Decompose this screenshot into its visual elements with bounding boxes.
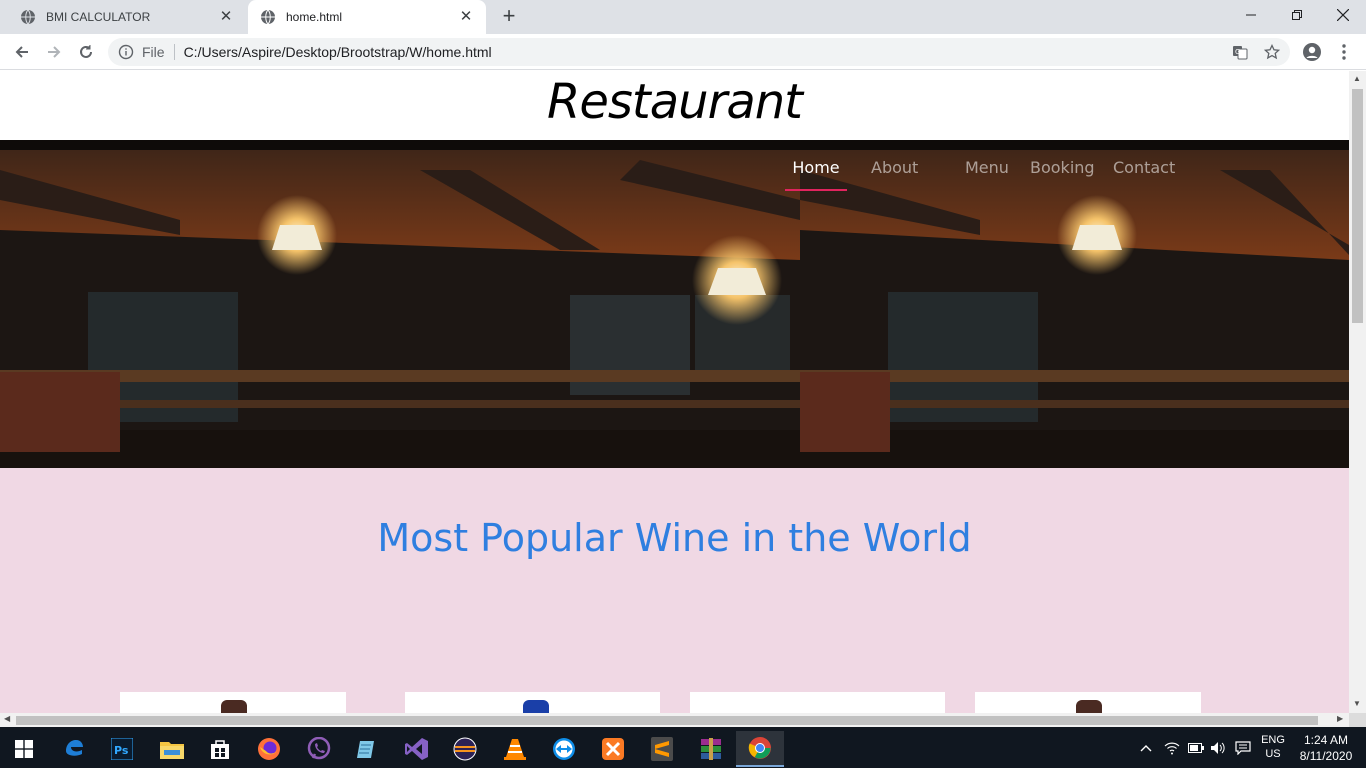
photoshop-icon[interactable]: Ps: [98, 731, 146, 767]
eclipse-icon[interactable]: [441, 731, 489, 767]
back-button[interactable]: [10, 40, 34, 64]
site-title: Restaurant: [547, 74, 803, 130]
teamviewer-icon[interactable]: [540, 731, 588, 767]
scroll-down-arrow-icon[interactable]: ▼: [1353, 699, 1361, 708]
scroll-thumb[interactable]: [1352, 89, 1363, 323]
profile-icon[interactable]: [1302, 42, 1322, 62]
input-language[interactable]: ENG US: [1256, 733, 1290, 761]
forward-button[interactable]: [42, 40, 66, 64]
tab-home-html[interactable]: home.html ✕: [248, 0, 486, 34]
firefox-icon[interactable]: [245, 731, 293, 767]
scroll-thumb[interactable]: [16, 716, 1318, 725]
url-text[interactable]: C:/Users/Aspire/Desktop/Brootstrap/W/hom…: [184, 44, 492, 60]
reload-button[interactable]: [74, 40, 98, 64]
address-bar[interactable]: File C:/Users/Aspire/Desktop/Brootstrap/…: [108, 38, 1290, 66]
chevron-up-icon[interactable]: [1140, 727, 1152, 768]
scroll-right-arrow-icon[interactable]: ▶: [1337, 714, 1343, 723]
scrollbar-corner: [1349, 713, 1366, 727]
language-line1: ENG: [1261, 734, 1285, 746]
tab-title: BMI CALCULATOR: [46, 10, 151, 24]
popular-wine-section: Most Popular Wine in the World: [0, 468, 1349, 713]
info-icon[interactable]: [118, 44, 134, 60]
wine-bottle-image: [523, 700, 549, 713]
nav-item-booking[interactable]: Booking: [1015, 159, 1110, 191]
tab-bmi-calculator[interactable]: BMI CALCULATOR ✕: [8, 0, 246, 34]
wine-card[interactable]: [120, 692, 346, 713]
horizontal-scrollbar[interactable]: ◀ ▶: [0, 713, 1349, 727]
chrome-icon[interactable]: [736, 731, 784, 767]
vlc-icon[interactable]: [491, 731, 539, 767]
scroll-left-arrow-icon[interactable]: ◀: [4, 714, 10, 723]
nav-item-home[interactable]: Home: [785, 159, 847, 191]
divider: [173, 44, 175, 60]
viber-icon[interactable]: [295, 731, 343, 767]
svg-text:G: G: [1235, 48, 1240, 56]
new-tab-button[interactable]: +: [498, 5, 520, 28]
edge-icon[interactable]: [50, 731, 98, 767]
svg-text:Ps: Ps: [114, 744, 129, 757]
wine-card[interactable]: [405, 692, 660, 713]
file-explorer-icon[interactable]: [148, 731, 196, 767]
tab-title: home.html: [286, 10, 343, 24]
browser-toolbar: File C:/Users/Aspire/Desktop/Brootstrap/…: [0, 34, 1366, 70]
xampp-icon[interactable]: [589, 731, 637, 767]
scroll-up-arrow-icon[interactable]: ▲: [1353, 74, 1361, 83]
translate-icon[interactable]: G: [1230, 42, 1250, 62]
vertical-scrollbar[interactable]: ▲ ▼: [1349, 71, 1366, 713]
wifi-icon[interactable]: [1164, 727, 1180, 768]
scheme-label: File: [142, 44, 165, 60]
nav-item-about[interactable]: About: [847, 159, 941, 191]
wine-card[interactable]: [975, 692, 1201, 713]
clock-time: 1:24 AM: [1303, 733, 1349, 747]
volume-icon[interactable]: [1210, 727, 1226, 768]
system-clock[interactable]: 1:24 AM 8/11/2020: [1296, 732, 1356, 764]
battery-icon[interactable]: [1188, 727, 1204, 768]
page-viewport: Restaurant Home About Menu Booking Conta…: [0, 71, 1349, 713]
close-icon[interactable]: ✕: [458, 9, 474, 25]
nav-item-contact[interactable]: Contact: [1110, 159, 1190, 191]
close-icon[interactable]: ✕: [218, 9, 234, 25]
action-center-icon[interactable]: [1235, 727, 1251, 768]
close-window-button[interactable]: [1320, 0, 1366, 30]
wine-bottle-image: [221, 700, 247, 713]
section-heading: Most Popular Wine in the World: [377, 516, 972, 560]
globe-icon: [260, 9, 276, 25]
minimize-button[interactable]: [1228, 0, 1274, 30]
wine-bottle-image: [1076, 700, 1102, 713]
globe-icon: [20, 9, 36, 25]
clock-date: 8/11/2020: [1299, 749, 1353, 763]
notepad-icon[interactable]: [343, 731, 391, 767]
sublime-text-icon[interactable]: [638, 731, 686, 767]
visual-studio-icon[interactable]: [393, 731, 441, 767]
wine-card[interactable]: [690, 692, 945, 713]
store-icon[interactable]: [196, 731, 244, 767]
hero-banner: Home About Menu Booking Contact: [0, 140, 1349, 468]
bar-interior-photo: [0, 140, 800, 468]
nav-item-menu[interactable]: Menu: [941, 159, 1015, 191]
windows-start-icon[interactable]: [0, 731, 48, 767]
bookmark-star-icon[interactable]: [1262, 42, 1282, 62]
browser-tab-strip: BMI CALCULATOR ✕ home.html ✕ +: [0, 0, 1366, 34]
windows-taskbar: Ps ENG US 1:24 AM 8/11/2020: [0, 727, 1366, 768]
restore-button[interactable]: [1274, 0, 1320, 30]
menu-kebab-icon[interactable]: [1334, 42, 1354, 62]
main-nav: Home About Menu Booking Contact: [785, 159, 1190, 193]
language-line2: US: [1265, 748, 1281, 760]
winrar-icon[interactable]: [687, 731, 735, 767]
